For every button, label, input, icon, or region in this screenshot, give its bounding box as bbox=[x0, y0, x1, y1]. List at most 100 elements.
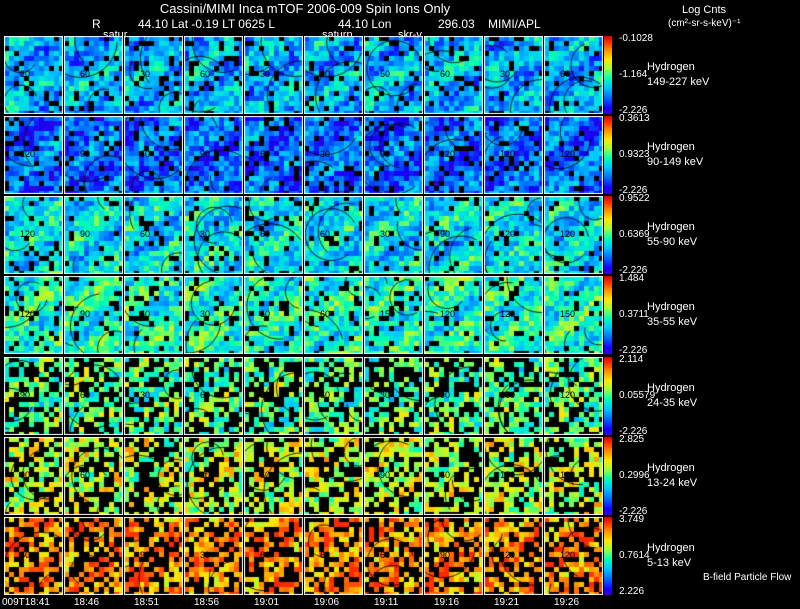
contour-label: 30 bbox=[140, 390, 151, 400]
heatmap-panel-r1-c10 bbox=[544, 36, 603, 114]
colorbar-cmax-label: 0.9522 bbox=[619, 193, 650, 204]
heatmap-panel-r5-c4 bbox=[184, 357, 243, 435]
heatmap-panel-r6-c8 bbox=[424, 437, 483, 515]
row-energy: 149-227 keV bbox=[647, 76, 710, 88]
flow-legend: B-field Particle Flow bbox=[703, 572, 792, 583]
contour-label: 20 bbox=[20, 69, 31, 79]
colorbar-cmid-label: 0.6369 bbox=[619, 229, 650, 240]
time-tick-label: 009T18:41 bbox=[2, 597, 50, 608]
contour-label: 90 bbox=[440, 550, 451, 560]
row-energy: 24-35 keV bbox=[647, 397, 698, 409]
heatmap-panel-r6-c3 bbox=[124, 437, 183, 515]
contour-label: 60 bbox=[260, 309, 271, 319]
contour-label: 60 bbox=[260, 149, 271, 159]
row-energy: 55-90 keV bbox=[647, 236, 698, 248]
contour-label: 60 bbox=[320, 470, 331, 480]
time-tick-label: 19:01 bbox=[254, 597, 280, 608]
row-label: Hydrogen 5-13 keV bbox=[647, 541, 695, 571]
contour-label: 60 bbox=[80, 550, 91, 560]
colorbar-row-3 bbox=[604, 196, 612, 274]
heatmap-panel-r3-c8 bbox=[424, 196, 483, 274]
heatmap-panel-r4-c4 bbox=[184, 276, 243, 354]
colorbar-row-6 bbox=[604, 437, 612, 515]
heatmap-panel-r5-c2 bbox=[64, 357, 123, 435]
heatmap-panel-r2-c6 bbox=[304, 116, 363, 194]
contour-label: 30 bbox=[260, 69, 271, 79]
contour-label: 60 bbox=[320, 390, 331, 400]
time-tick-label: 19:26 bbox=[554, 597, 580, 608]
heatmap-panel-r7-c3 bbox=[124, 517, 183, 595]
contour-label: 150 bbox=[500, 390, 516, 400]
contour-label: 60 bbox=[80, 470, 91, 480]
contour-label: 120 bbox=[500, 550, 516, 560]
row-label: Hydrogen 149-227 keV bbox=[647, 60, 709, 90]
contour-label: 90 bbox=[80, 229, 91, 239]
heatmap-panel-r7-c2 bbox=[64, 517, 123, 595]
time-tick-label: 19:11 bbox=[374, 597, 399, 608]
contour-label: 120 bbox=[560, 470, 576, 480]
contour-label: 120 bbox=[20, 309, 36, 319]
row-species: Hydrogen bbox=[647, 462, 695, 474]
row-species: Hydrogen bbox=[647, 382, 695, 394]
heatmap-panel-r5-c3 bbox=[124, 357, 183, 435]
row-species: Hydrogen bbox=[647, 301, 695, 313]
row-species: Hydrogen bbox=[647, 221, 695, 233]
colorbar-cmid-label: -1.164 bbox=[619, 69, 648, 80]
contour-label: 90 bbox=[440, 229, 451, 239]
heatmap-panel-r3-c2 bbox=[64, 196, 123, 274]
time-tick-label: 19:21 bbox=[494, 597, 520, 608]
heatmap-panel-r5-c5 bbox=[244, 357, 303, 435]
heatmap-panel-r6-c2 bbox=[64, 437, 123, 515]
heatmap-panel-r2-c3 bbox=[124, 116, 183, 194]
contour-label: 120 bbox=[560, 149, 576, 159]
heatmap-panel-r3-c6 bbox=[304, 196, 363, 274]
heatmap-panel-r3-c7 bbox=[364, 196, 423, 274]
colorbar-cmax-label: -0.1028 bbox=[619, 33, 653, 44]
contour-label: 50 bbox=[380, 69, 391, 79]
heatmap-panel-r3-c5 bbox=[244, 196, 303, 274]
heatmap-panel-r7-c5 bbox=[244, 517, 303, 595]
row-energy: 5-13 keV bbox=[647, 557, 692, 569]
heatmap-panel-r7-c1 bbox=[4, 517, 63, 595]
colorbar-cmax-label: 3.749 bbox=[619, 514, 645, 525]
contour-label: 30 bbox=[500, 69, 511, 79]
row-label: Hydrogen 35-55 keV bbox=[647, 300, 697, 330]
contour-label: 30 bbox=[200, 229, 211, 239]
value-readout: 296.03 bbox=[438, 17, 475, 31]
contour-label: 30 bbox=[200, 309, 211, 319]
contour-label: 30 bbox=[140, 69, 151, 79]
contour-label: 120 bbox=[560, 229, 576, 239]
contour-label: 60 bbox=[140, 470, 151, 480]
contour-label: 90 bbox=[440, 390, 451, 400]
contour-label: 60 bbox=[320, 309, 331, 319]
colorbar-cmax-label: 2.114 bbox=[619, 354, 644, 365]
time-tick-label: 18:51 bbox=[134, 597, 160, 608]
contour-label: 60 bbox=[200, 390, 211, 400]
contour-label: 60 bbox=[260, 229, 271, 239]
heatmap-panel-r7-c4 bbox=[184, 517, 243, 595]
heatmap-panel-r5-c8 bbox=[424, 357, 483, 435]
contour-label: 120 bbox=[440, 149, 456, 159]
heatmap-panel-r2-c4 bbox=[184, 116, 243, 194]
row-label: Hydrogen 24-35 keV bbox=[647, 381, 697, 411]
heatmap-panel-r7-c7 bbox=[364, 517, 423, 595]
heatmap-panel-r6-c4 bbox=[184, 437, 243, 515]
colorbar-cmid-label: 0.9323 bbox=[619, 149, 650, 160]
heatmap-panel-r1-c1 bbox=[4, 36, 63, 114]
heatmap-panel-r6-c1 bbox=[4, 437, 63, 515]
contour-label: 120 bbox=[500, 229, 516, 239]
contour-label: 120 bbox=[440, 309, 456, 319]
heatmap-panel-r4-c6 bbox=[304, 276, 363, 354]
lat-lt-l-readout: 44.10 Lat -0.19 LT 0625 L bbox=[138, 17, 275, 31]
colorbar-row-2 bbox=[604, 116, 612, 194]
contour-label: 30 bbox=[200, 550, 211, 560]
heatmap-panel-r7-c8 bbox=[424, 517, 483, 595]
contour-label: 90 bbox=[200, 149, 211, 159]
contour-label: 30 bbox=[260, 390, 271, 400]
contour-label: 60 bbox=[320, 229, 331, 239]
contour-label: 90 bbox=[380, 149, 391, 159]
contour-label: 150 bbox=[560, 309, 576, 319]
contour-label: 90 bbox=[20, 390, 31, 400]
contour-label: 150 bbox=[500, 470, 516, 480]
contour-label: 120 bbox=[20, 229, 36, 239]
